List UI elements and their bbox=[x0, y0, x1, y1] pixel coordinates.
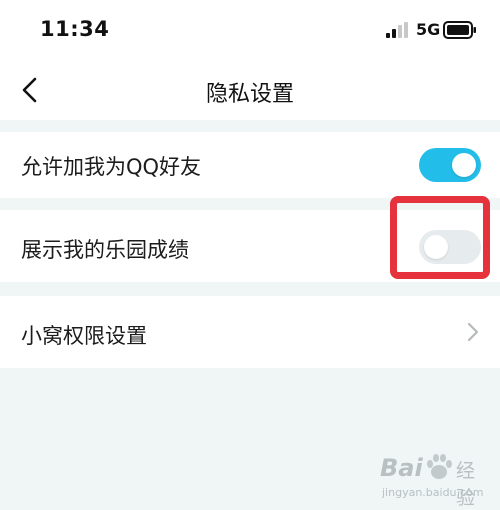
setting-row-allow-qq-friend[interactable]: 允许加我为QQ好友 bbox=[0, 132, 500, 198]
page-title: 隐私设置 bbox=[205, 82, 294, 107]
paw-icon bbox=[427, 454, 452, 479]
highlight-box bbox=[390, 196, 490, 279]
setting-label: 小窝权限设置 bbox=[21, 324, 147, 348]
signal-bars-icon bbox=[386, 22, 408, 38]
setting-label: 展示我的乐园成绩 bbox=[21, 238, 189, 262]
watermark-url: jingyan.baidu.com bbox=[382, 486, 484, 499]
watermark-brand-suffix: 经验 bbox=[456, 460, 476, 509]
network-label: 5G bbox=[416, 20, 441, 39]
toggle-knob bbox=[452, 153, 476, 177]
nav-bar: 隐私设置 bbox=[0, 60, 500, 120]
status-time: 11:34 bbox=[40, 17, 110, 41]
status-bar: 11:34 5G bbox=[0, 0, 500, 60]
chevron-right-icon bbox=[467, 322, 479, 342]
setting-label: 允许加我为QQ好友 bbox=[21, 155, 202, 179]
section-gap bbox=[0, 282, 500, 296]
battery-icon bbox=[443, 21, 476, 39]
allow-qq-friend-toggle[interactable] bbox=[419, 148, 481, 182]
section-gap bbox=[0, 120, 500, 132]
baidu-jingyan-watermark: Bai 经验 jingyan.baidu.com bbox=[378, 452, 493, 509]
setting-row-nest-permissions[interactable]: 小窝权限设置 bbox=[0, 296, 500, 368]
watermark-brand-prefix: Bai bbox=[380, 454, 423, 482]
